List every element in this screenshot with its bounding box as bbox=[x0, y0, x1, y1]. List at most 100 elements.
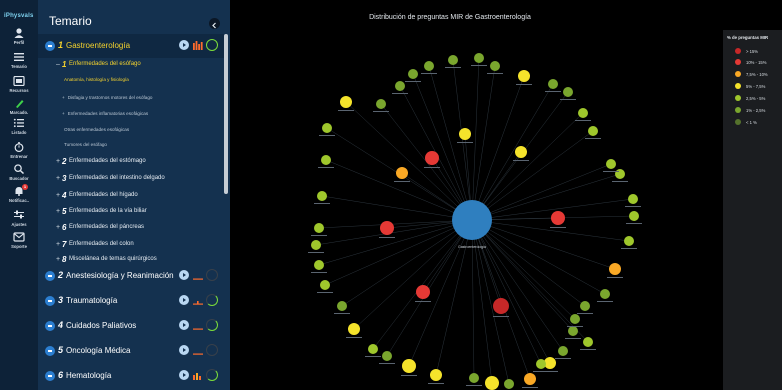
subtopic-node[interactable] bbox=[425, 151, 439, 165]
leaf-node[interactable] bbox=[504, 379, 514, 389]
leaf-node[interactable] bbox=[317, 191, 327, 201]
leaf-node[interactable] bbox=[609, 263, 621, 275]
play-icon[interactable] bbox=[179, 40, 189, 50]
rail-item-listado[interactable]: Listado bbox=[0, 118, 38, 135]
leaf-inflamatorias[interactable]: + Enfermedades inflamatorias esofágicas bbox=[62, 111, 148, 116]
leaf-node[interactable] bbox=[424, 61, 434, 71]
rail-item-buscador[interactable]: Buscador bbox=[0, 164, 38, 181]
leaf-node[interactable] bbox=[469, 373, 479, 383]
expand-icon[interactable] bbox=[45, 321, 55, 331]
collapse-icon[interactable] bbox=[45, 41, 55, 51]
leaf-node[interactable] bbox=[629, 211, 639, 221]
rail-item-temario[interactable]: Temario bbox=[0, 52, 38, 69]
leaf-anatomia[interactable]: Anatomía, histología y fisiología bbox=[64, 77, 129, 82]
leaf-node[interactable] bbox=[563, 87, 573, 97]
leaf-node[interactable] bbox=[314, 223, 324, 233]
leaf-node[interactable] bbox=[485, 376, 499, 390]
section-cuidados-paliativos[interactable]: 4 Cuidados Paliativos bbox=[38, 314, 224, 338]
play-icon[interactable] bbox=[179, 270, 189, 280]
subtopic-node[interactable] bbox=[459, 128, 471, 140]
leaf-node[interactable] bbox=[524, 373, 536, 385]
subtopic-esofago[interactable]: – 1 Enfermedades del esófago bbox=[38, 58, 224, 74]
leaf-node[interactable] bbox=[583, 337, 593, 347]
subtopic-higado[interactable]: + 4 Enfermedades del hígado bbox=[38, 189, 224, 205]
section-anestesiologia[interactable]: 2 Anestesiología y Reanimación bbox=[38, 264, 224, 288]
leaf-node[interactable] bbox=[311, 240, 321, 250]
leaf-node[interactable] bbox=[548, 79, 558, 89]
leaf-node[interactable] bbox=[568, 326, 578, 336]
leaf-node[interactable] bbox=[408, 69, 418, 79]
play-icon[interactable] bbox=[179, 370, 189, 380]
subtopic-via-biliar[interactable]: + 5 Enfermedades de la vía biliar bbox=[38, 205, 224, 221]
leaf-disfagia[interactable]: + Disfagia y trastornos motores del esófa… bbox=[62, 95, 152, 100]
leaf-node[interactable] bbox=[580, 301, 590, 311]
leaf-node[interactable] bbox=[588, 126, 598, 136]
rail-item-ajustes[interactable]: Ajustes bbox=[0, 210, 38, 227]
leaf-node[interactable] bbox=[578, 108, 588, 118]
leaf-node[interactable] bbox=[337, 301, 347, 311]
leaf-node[interactable] bbox=[322, 123, 332, 133]
leaf-node[interactable] bbox=[628, 194, 638, 204]
leaf-node[interactable] bbox=[615, 169, 625, 179]
leaf-tumores[interactable]: Tumores del esófago bbox=[64, 142, 107, 147]
leaf-node[interactable] bbox=[340, 96, 352, 108]
panel-scrollbar[interactable] bbox=[224, 34, 228, 194]
expand-icon[interactable] bbox=[45, 271, 55, 281]
expand-icon[interactable] bbox=[45, 346, 55, 356]
subtopic-node[interactable] bbox=[493, 298, 509, 314]
play-icon[interactable] bbox=[179, 295, 189, 305]
leaf-node[interactable] bbox=[606, 159, 616, 169]
bar-chart-icon[interactable] bbox=[193, 296, 203, 305]
rail-item-recursos[interactable]: Recursos bbox=[0, 76, 38, 93]
subtopic-node[interactable] bbox=[515, 146, 527, 158]
leaf-otras[interactable]: Otras enfermedades esofágicas bbox=[64, 127, 129, 132]
leaf-node[interactable] bbox=[518, 70, 530, 82]
subtopic-node[interactable] bbox=[551, 211, 565, 225]
leaf-node[interactable] bbox=[368, 344, 378, 354]
leaf-node[interactable] bbox=[314, 260, 324, 270]
leaf-node[interactable] bbox=[402, 359, 416, 373]
play-icon[interactable] bbox=[179, 320, 189, 330]
subtopic-estomago[interactable]: + 2 Enfermedades del estómago bbox=[38, 155, 224, 171]
section-hematologia[interactable]: 6 Hematología bbox=[38, 364, 224, 388]
rail-item-perfil[interactable]: Perfil bbox=[0, 28, 38, 45]
bar-chart-icon[interactable] bbox=[193, 271, 203, 280]
panel-collapse-toggle[interactable] bbox=[209, 18, 220, 29]
rail-item-marcado[interactable]: Marcado. bbox=[0, 98, 38, 115]
leaf-node[interactable] bbox=[624, 236, 634, 246]
subtopic-pancreas[interactable]: + 6 Enfermedades del páncreas bbox=[38, 221, 224, 237]
bar-chart-icon[interactable] bbox=[193, 321, 203, 330]
bar-chart-icon[interactable] bbox=[193, 41, 203, 50]
subtopic-node[interactable] bbox=[396, 167, 408, 179]
leaf-node[interactable] bbox=[536, 359, 546, 369]
rail-item-notificaciones[interactable]: 1 Notificac.. bbox=[0, 184, 38, 203]
rail-item-soporte[interactable]: Soporte bbox=[0, 232, 38, 249]
leaf-node[interactable] bbox=[376, 99, 386, 109]
leaf-node[interactable] bbox=[321, 155, 331, 165]
subtopic-node[interactable] bbox=[380, 221, 394, 235]
graph-nodes[interactable] bbox=[308, 53, 642, 390]
leaf-node[interactable] bbox=[348, 323, 360, 335]
leaf-node[interactable] bbox=[382, 351, 392, 361]
leaf-node[interactable] bbox=[320, 280, 330, 290]
section-traumatologia[interactable]: 3 Traumatología bbox=[38, 289, 224, 313]
subtopic-colon[interactable]: + 7 Enfermedades del colon bbox=[38, 238, 224, 254]
leaf-node[interactable] bbox=[395, 81, 405, 91]
play-icon[interactable] bbox=[179, 345, 189, 355]
subtopic-node[interactable] bbox=[416, 285, 430, 299]
bar-chart-icon[interactable] bbox=[193, 346, 203, 355]
leaf-node[interactable] bbox=[448, 55, 458, 65]
leaf-node[interactable] bbox=[570, 314, 580, 324]
expand-icon[interactable] bbox=[45, 296, 55, 306]
expand-icon[interactable] bbox=[45, 371, 55, 381]
leaf-node[interactable] bbox=[490, 61, 500, 71]
subtopic-intestino[interactable]: + 3 Enfermedades del intestino delgado bbox=[38, 172, 224, 188]
rail-item-entrenar[interactable]: Entrenar bbox=[0, 142, 38, 159]
center-node[interactable] bbox=[452, 200, 492, 240]
section-gastroenterologia[interactable]: 1 Gastroenterología bbox=[38, 34, 224, 58]
leaf-node[interactable] bbox=[430, 369, 442, 381]
leaf-node[interactable] bbox=[474, 53, 484, 63]
radial-topic-graph[interactable]: Gastroenterología bbox=[230, 0, 723, 390]
section-oncologia-medica[interactable]: 5 Oncología Médica bbox=[38, 339, 224, 363]
leaf-node[interactable] bbox=[600, 289, 610, 299]
